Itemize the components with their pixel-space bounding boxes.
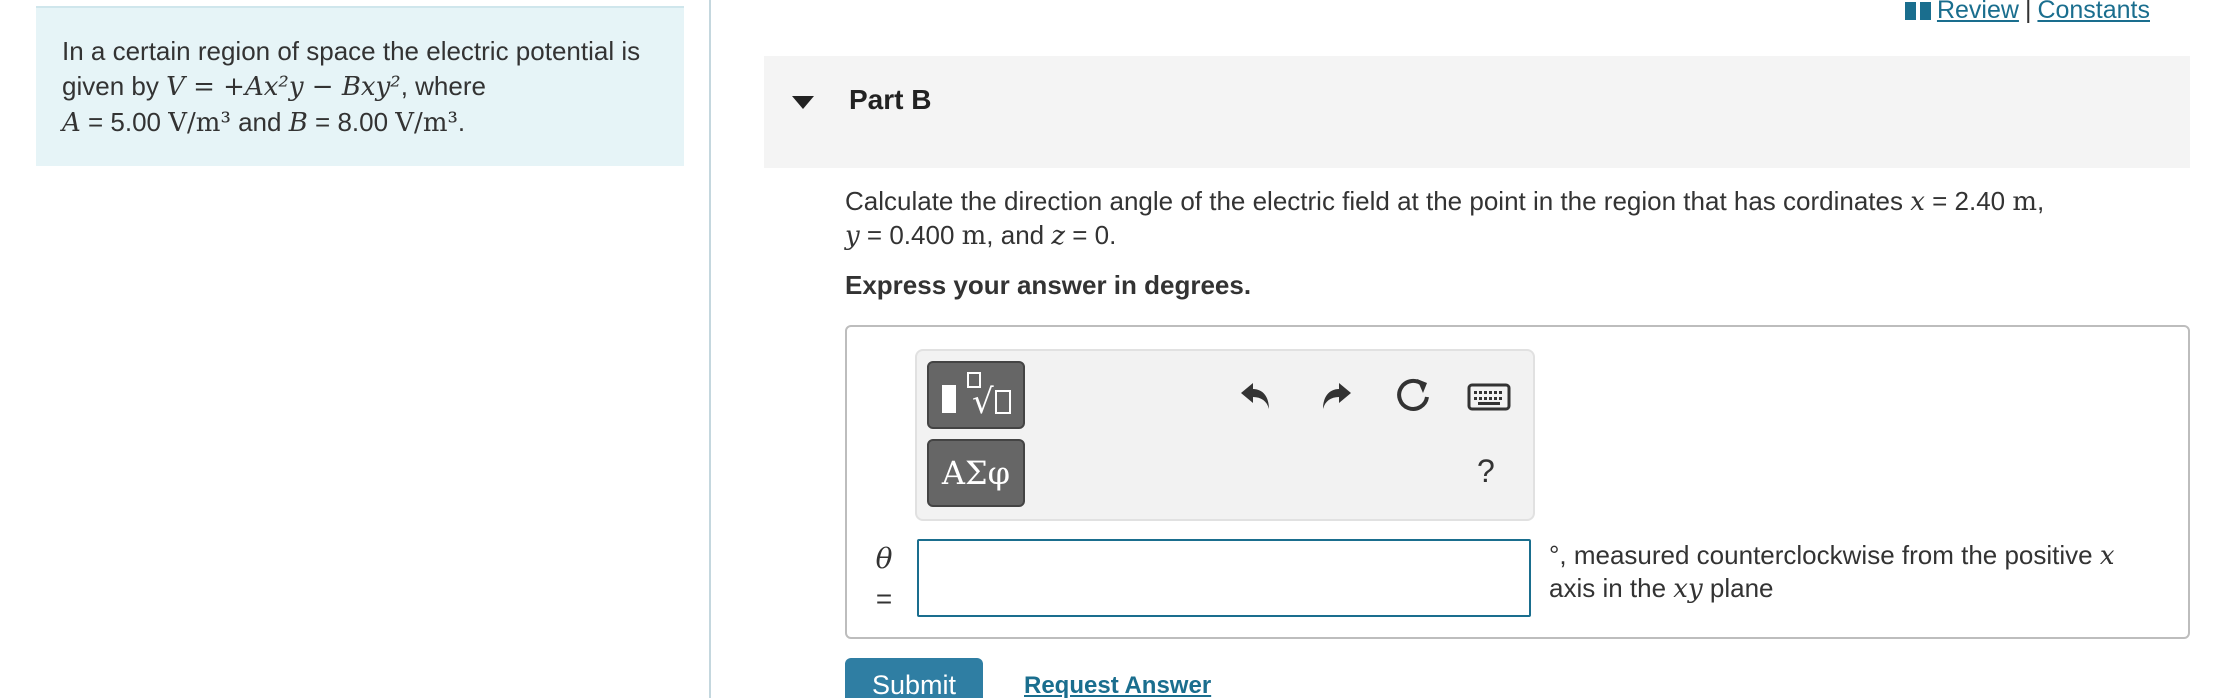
problem-intro: In a certain region of space the electri…	[62, 36, 641, 66]
comma: ,	[2037, 186, 2045, 216]
a-unit: V/m³	[168, 108, 231, 138]
y-value: = 0.400	[859, 220, 962, 250]
x-symbol: x	[1910, 187, 1925, 217]
potential-equation: V = +Ax²y − Bxy²	[166, 72, 401, 102]
answer-variable-label: θ =	[869, 539, 899, 619]
svg-text:√: √	[972, 382, 994, 421]
redo-icon[interactable]	[1315, 375, 1355, 415]
unit-end: plane	[1702, 573, 1774, 603]
keyboard-icon[interactable]	[1467, 383, 1511, 411]
review-link[interactable]: Review	[1937, 0, 2019, 25]
question-text: Calculate the direction angle of the ele…	[845, 185, 2145, 253]
a-value: = 5.00	[80, 107, 169, 137]
templates-icon: √	[942, 372, 1011, 421]
column-divider	[709, 0, 711, 698]
math-toolbar: √ ΑΣφ ?	[915, 349, 1535, 521]
question-body: Calculate the direction angle of the ele…	[845, 186, 1911, 216]
answer-unit: °, measured counterclockwise from the po…	[1549, 539, 2169, 605]
problem-end: .	[457, 107, 466, 137]
part-title: Part B	[849, 84, 932, 115]
book-icon	[1904, 1, 1931, 20]
help-button[interactable]: ?	[1477, 453, 1495, 490]
unit-mid: axis in the	[1549, 573, 1674, 603]
submit-button[interactable]: Submit	[845, 658, 983, 698]
templates-button[interactable]: √	[927, 361, 1025, 429]
constants-link[interactable]: Constants	[2037, 0, 2150, 25]
unit-prefix: °, measured counterclockwise from the po…	[1549, 540, 2100, 570]
link-separator: |	[2024, 0, 2032, 24]
symbols-button[interactable]: ΑΣφ	[927, 439, 1025, 507]
x-value: = 2.40	[1924, 186, 2013, 216]
answer-input[interactable]	[917, 539, 1531, 617]
reset-icon[interactable]	[1391, 373, 1435, 417]
unit-x-symbol: x	[2099, 541, 2115, 571]
and-text: and	[230, 107, 289, 137]
problem-where: , where	[400, 71, 486, 101]
answer-box: √ ΑΣφ ? θ = °, measured counterclockwise…	[845, 325, 2190, 639]
collapse-caret-icon[interactable]	[792, 96, 814, 109]
equals-sign: =	[875, 583, 893, 614]
request-answer-link[interactable]: Request Answer	[1024, 672, 1211, 698]
y-symbol: y	[845, 221, 860, 251]
part-header[interactable]: Part B	[764, 56, 2190, 168]
x-unit: m	[2012, 187, 2038, 217]
b-value: = 8.00	[307, 107, 396, 137]
problem-given-by: given by	[62, 71, 159, 101]
z-symbol: z	[1051, 221, 1066, 251]
y-unit: m	[961, 221, 987, 251]
top-links: Review | Constants	[1904, 0, 2150, 25]
z-value: = 0.	[1065, 220, 1117, 250]
instruction-text: Express your answer in degrees.	[845, 270, 1252, 300]
undo-icon[interactable]	[1237, 375, 1277, 415]
a-symbol: A	[62, 108, 81, 138]
theta-symbol: θ	[875, 542, 893, 575]
b-unit: V/m³	[395, 108, 458, 138]
and-text: , and	[986, 220, 1052, 250]
b-symbol: B	[288, 108, 308, 138]
problem-statement: In a certain region of space the electri…	[36, 6, 684, 166]
unit-xy-symbol: xy	[1673, 574, 1703, 604]
